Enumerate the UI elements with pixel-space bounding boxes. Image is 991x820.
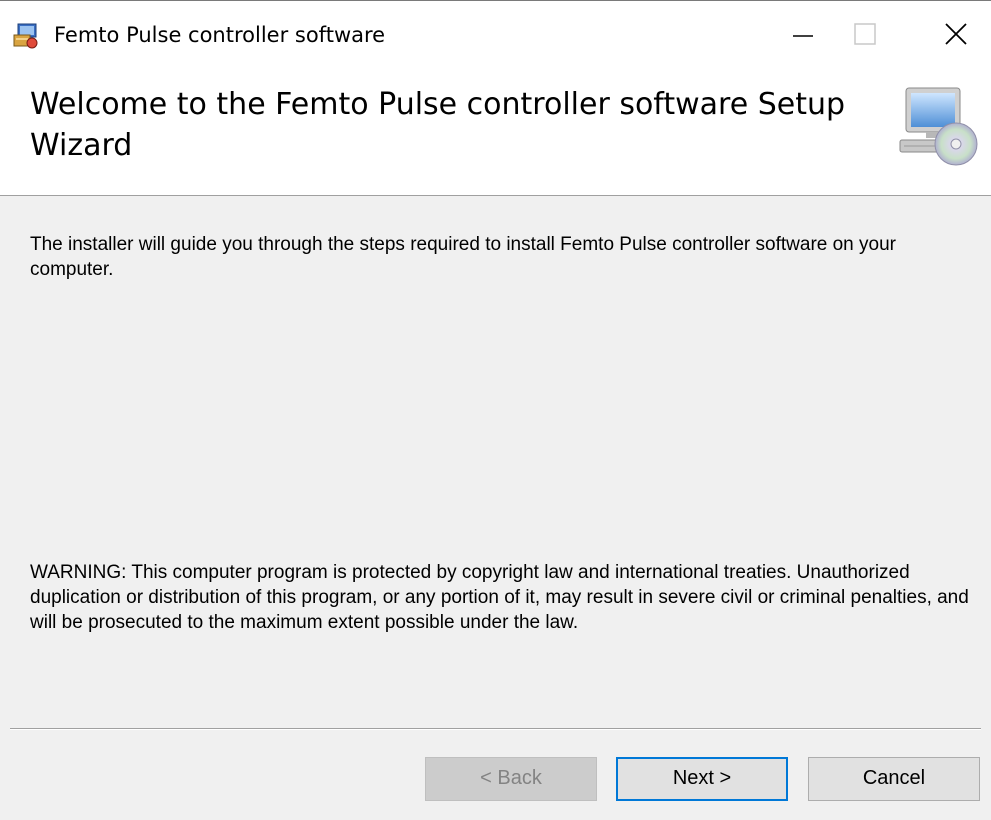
computer-disc-icon xyxy=(899,87,978,166)
intro-text: The installer will guide you through the… xyxy=(30,234,896,280)
title-bar[interactable]: Femto Pulse controller software xyxy=(0,0,991,62)
minimize-icon[interactable] xyxy=(772,7,834,59)
page-title: Welcome to the Femto Pulse controller so… xyxy=(30,87,846,163)
window-title: Femto Pulse controller software xyxy=(54,23,386,47)
wizard-banner: Welcome to the Femto Pulse controller so… xyxy=(0,62,991,196)
footer-divider xyxy=(10,728,981,730)
next-button[interactable]: Next > xyxy=(616,757,788,801)
cancel-button[interactable]: Cancel xyxy=(808,757,980,801)
setup-wizard-window: Femto Pulse controller software Welcome … xyxy=(0,0,991,820)
maximize-icon[interactable] xyxy=(834,7,896,59)
copyright-warning: WARNING: This computer program is protec… xyxy=(30,562,969,633)
installer-icon xyxy=(13,23,38,49)
close-icon[interactable] xyxy=(925,7,987,59)
back-button[interactable]: < Back xyxy=(425,757,597,801)
